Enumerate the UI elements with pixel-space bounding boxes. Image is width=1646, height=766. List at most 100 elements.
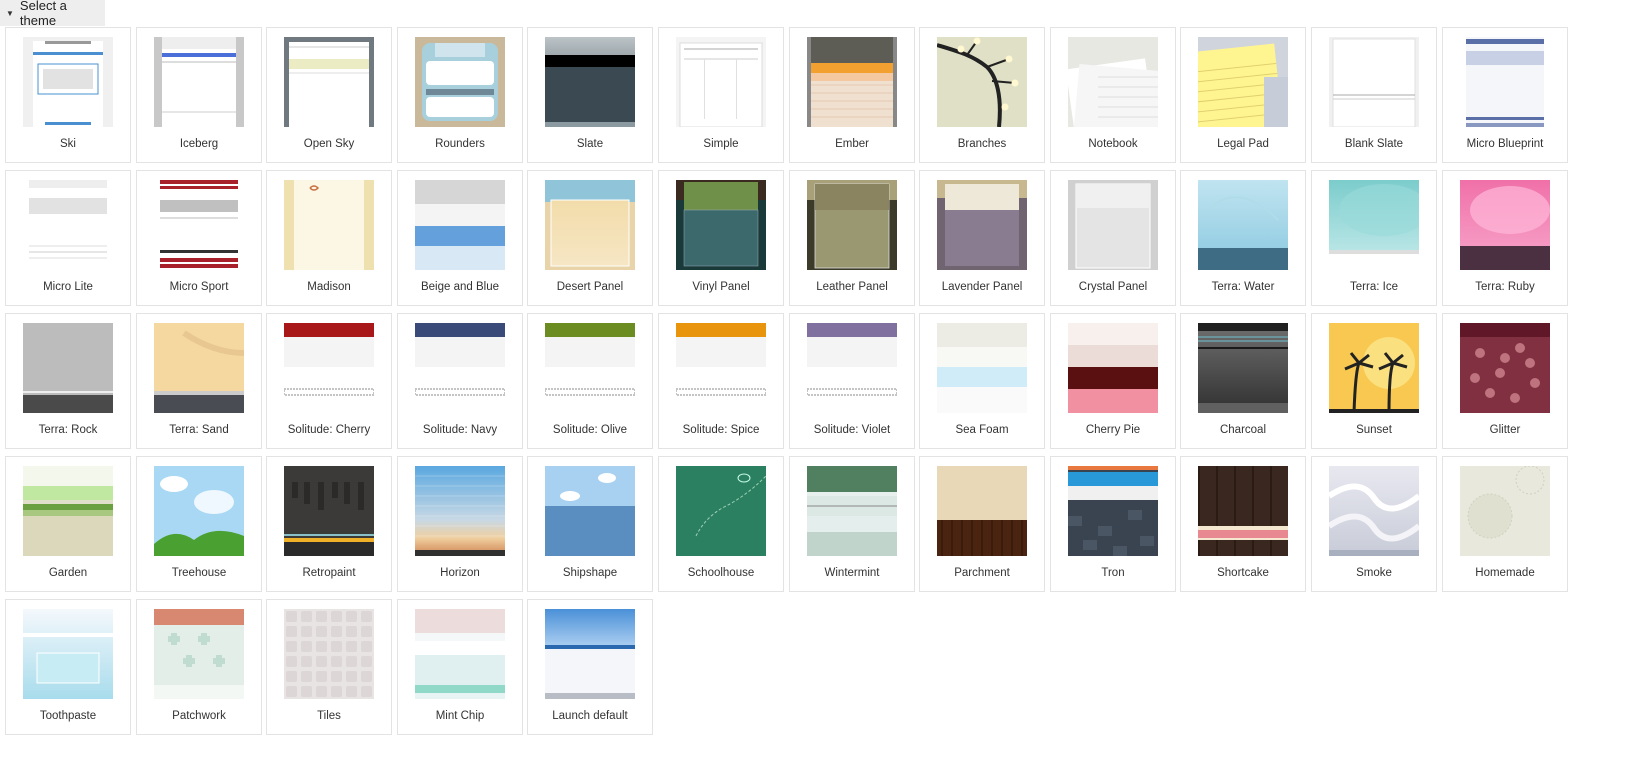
theme-thumbnail-solitude-olive <box>545 323 635 413</box>
theme-tile-sunset[interactable]: Sunset <box>1311 313 1437 449</box>
theme-thumbnail-mint-chip <box>415 609 505 699</box>
theme-tile-sea-foam[interactable]: Sea Foam <box>919 313 1045 449</box>
theme-tile-ski[interactable]: Ski <box>5 27 131 163</box>
theme-thumbnail-cherry-pie <box>1068 323 1158 413</box>
theme-tile-horizon[interactable]: Horizon <box>397 456 523 592</box>
theme-tile-homemade[interactable]: Homemade <box>1442 456 1568 592</box>
theme-thumbnail-notebook <box>1068 37 1158 127</box>
theme-label-terra-ruby: Terra: Ruby <box>1475 281 1535 293</box>
theme-tile-solitude-navy[interactable]: Solitude: Navy <box>397 313 523 449</box>
theme-tile-solitude-cherry[interactable]: Solitude: Cherry <box>266 313 392 449</box>
theme-label-open-sky: Open Sky <box>303 138 355 150</box>
theme-tile-legal-pad[interactable]: Legal Pad <box>1180 27 1306 163</box>
theme-tile-mint-chip[interactable]: Mint Chip <box>397 599 523 735</box>
theme-label-legal-pad: Legal Pad <box>1217 138 1269 150</box>
theme-tile-beige-and-blue[interactable]: Beige and Blue <box>397 170 523 306</box>
theme-thumbnail-terra-sand <box>154 323 244 413</box>
theme-tile-toothpaste[interactable]: Toothpaste <box>5 599 131 735</box>
theme-tile-slate[interactable]: Slate <box>527 27 653 163</box>
theme-tile-cherry-pie[interactable]: Cherry Pie <box>1050 313 1176 449</box>
theme-tile-blank-slate[interactable]: Blank Slate <box>1311 27 1437 163</box>
theme-tile-simple[interactable]: Simple <box>658 27 784 163</box>
theme-tile-solitude-violet[interactable]: Solitude: Violet <box>789 313 915 449</box>
theme-tile-micro-blueprint[interactable]: Micro Blueprint <box>1442 27 1568 163</box>
theme-tile-parchment[interactable]: Parchment <box>919 456 1045 592</box>
theme-thumbnail-parchment <box>937 466 1027 556</box>
theme-tile-ember[interactable]: Ember <box>789 27 915 163</box>
theme-thumbnail-crystal-panel <box>1068 180 1158 270</box>
theme-thumbnail-slate <box>545 37 635 127</box>
theme-tile-terra-sand[interactable]: Terra: Sand <box>136 313 262 449</box>
theme-label-terra-rock: Terra: Rock <box>38 424 98 436</box>
theme-tile-retropaint[interactable]: Retropaint <box>266 456 392 592</box>
theme-tile-iceberg[interactable]: Iceberg <box>136 27 262 163</box>
theme-tile-patchwork[interactable]: Patchwork <box>136 599 262 735</box>
theme-tile-madison[interactable]: Madison <box>266 170 392 306</box>
theme-thumbnail-rounders <box>415 37 505 127</box>
theme-thumbnail-vinyl-panel <box>676 180 766 270</box>
theme-label-wintermint: Wintermint <box>824 567 880 579</box>
theme-tile-branches[interactable]: Branches <box>919 27 1045 163</box>
theme-label-leather-panel: Leather Panel <box>816 281 888 293</box>
theme-thumbnail-micro-blueprint <box>1460 37 1550 127</box>
theme-tile-charcoal[interactable]: Charcoal <box>1180 313 1306 449</box>
theme-tile-terra-water[interactable]: Terra: Water <box>1180 170 1306 306</box>
theme-thumbnail-terra-ice <box>1329 180 1419 270</box>
theme-label-madison: Madison <box>307 281 351 293</box>
theme-tile-terra-ice[interactable]: Terra: Ice <box>1311 170 1437 306</box>
theme-thumbnail-terra-ruby <box>1460 180 1550 270</box>
theme-tile-glitter[interactable]: Glitter <box>1442 313 1568 449</box>
theme-thumbnail-blank-slate <box>1329 37 1419 127</box>
theme-thumbnail-glitter <box>1460 323 1550 413</box>
theme-tile-schoolhouse[interactable]: Schoolhouse <box>658 456 784 592</box>
theme-tile-terra-ruby[interactable]: Terra: Ruby <box>1442 170 1568 306</box>
theme-thumbnail-micro-sport <box>154 180 244 270</box>
theme-tile-crystal-panel[interactable]: Crystal Panel <box>1050 170 1176 306</box>
theme-thumbnail-branches <box>937 37 1027 127</box>
theme-thumbnail-open-sky <box>284 37 374 127</box>
theme-tile-micro-sport[interactable]: Micro Sport <box>136 170 262 306</box>
theme-thumbnail-sea-foam <box>937 323 1027 413</box>
theme-thumbnail-madison <box>284 180 374 270</box>
theme-thumbnail-iceberg <box>154 37 244 127</box>
theme-tile-terra-rock[interactable]: Terra: Rock <box>5 313 131 449</box>
theme-tile-micro-lite[interactable]: Micro Lite <box>5 170 131 306</box>
theme-tile-open-sky[interactable]: Open Sky <box>266 27 392 163</box>
theme-tile-garden[interactable]: Garden <box>5 456 131 592</box>
theme-thumbnail-toothpaste <box>23 609 113 699</box>
theme-tile-smoke[interactable]: Smoke <box>1311 456 1437 592</box>
theme-label-rounders: Rounders <box>435 138 485 150</box>
theme-tile-notebook[interactable]: Notebook <box>1050 27 1176 163</box>
theme-label-glitter: Glitter <box>1489 424 1521 436</box>
theme-tile-tron[interactable]: Tron <box>1050 456 1176 592</box>
theme-thumbnail-homemade <box>1460 466 1550 556</box>
theme-label-solitude-olive: Solitude: Olive <box>552 424 628 436</box>
theme-tile-solitude-olive[interactable]: Solitude: Olive <box>527 313 653 449</box>
theme-tile-treehouse[interactable]: Treehouse <box>136 456 262 592</box>
theme-tile-leather-panel[interactable]: Leather Panel <box>789 170 915 306</box>
theme-tile-shortcake[interactable]: Shortcake <box>1180 456 1306 592</box>
theme-tile-vinyl-panel[interactable]: Vinyl Panel <box>658 170 784 306</box>
theme-tile-wintermint[interactable]: Wintermint <box>789 456 915 592</box>
theme-label-vinyl-panel: Vinyl Panel <box>692 281 750 293</box>
theme-label-toothpaste: Toothpaste <box>39 710 97 722</box>
theme-label-ski: Ski <box>60 138 76 150</box>
theme-label-branches: Branches <box>957 138 1007 150</box>
theme-label-retropaint: Retropaint <box>302 567 356 579</box>
theme-label-solitude-spice: Solitude: Spice <box>682 424 760 436</box>
theme-tile-launch-default[interactable]: Launch default <box>527 599 653 735</box>
theme-tile-desert-panel[interactable]: Desert Panel <box>527 170 653 306</box>
theme-tile-shipshape[interactable]: Shipshape <box>527 456 653 592</box>
theme-thumbnail-legal-pad <box>1198 37 1288 127</box>
theme-thumbnail-treehouse <box>154 466 244 556</box>
theme-tile-lavender-panel[interactable]: Lavender Panel <box>919 170 1045 306</box>
theme-tile-solitude-spice[interactable]: Solitude: Spice <box>658 313 784 449</box>
theme-label-patchwork: Patchwork <box>172 710 226 722</box>
select-theme-toggle[interactable]: ▼ Select a theme <box>0 0 105 28</box>
theme-label-treehouse: Treehouse <box>171 567 227 579</box>
theme-tile-rounders[interactable]: Rounders <box>397 27 523 163</box>
theme-label-simple: Simple <box>703 138 739 150</box>
theme-thumbnail-solitude-spice <box>676 323 766 413</box>
theme-tile-tiles[interactable]: Tiles <box>266 599 392 735</box>
theme-thumbnail-leather-panel <box>807 180 897 270</box>
